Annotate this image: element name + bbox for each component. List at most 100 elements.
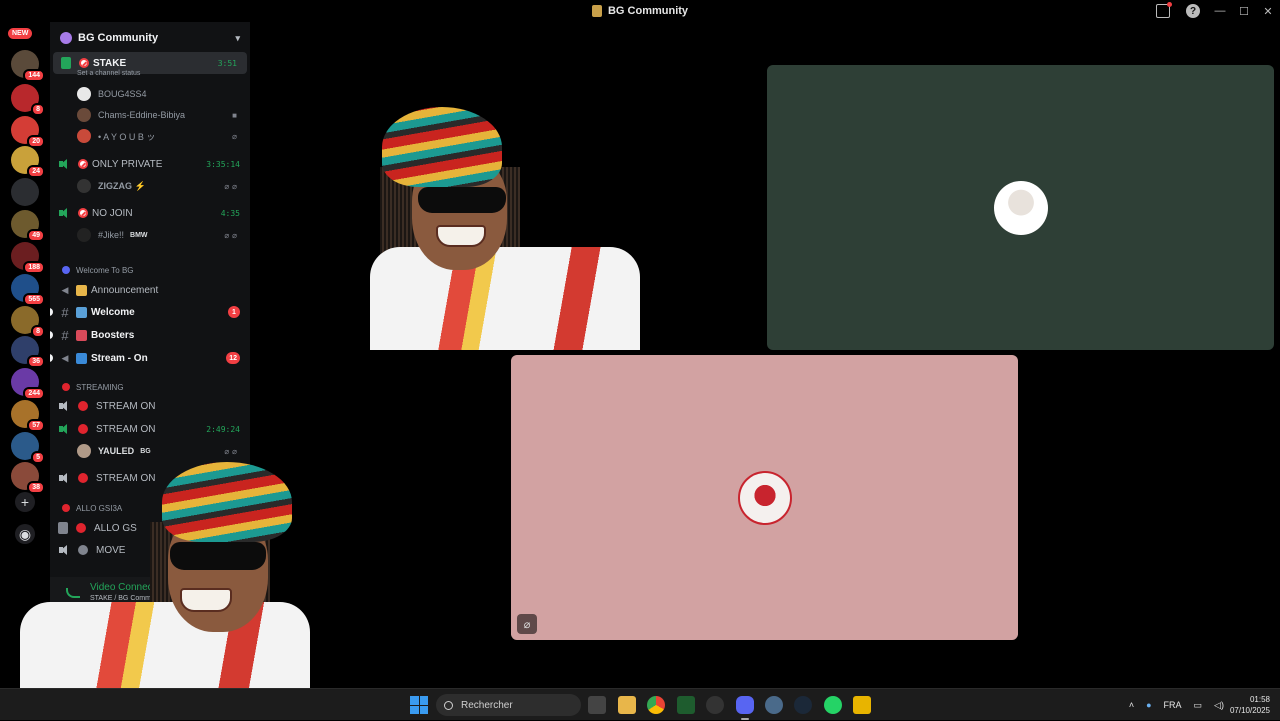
steam-icon[interactable] (794, 696, 812, 714)
mention-badge: 36 (27, 355, 45, 368)
file-explorer-icon[interactable] (618, 696, 636, 714)
mention-badge: 24 (27, 165, 45, 178)
mouth (436, 225, 486, 247)
maximize-button[interactable]: ☐ (1232, 0, 1256, 22)
server-icon[interactable]: 244 (11, 368, 45, 400)
server-icon[interactable]: 8 (11, 84, 45, 116)
avatar (77, 179, 91, 193)
announcement-icon: ◀ (61, 352, 69, 363)
channel-name: Welcome (91, 306, 135, 318)
avatar (77, 108, 91, 122)
server-icon[interactable]: 8 (11, 306, 45, 338)
mention-badge: 8 (31, 325, 45, 338)
lock-icon (61, 57, 71, 69)
server-icon[interactable]: 49 (11, 210, 45, 242)
mention-badge: 8 (31, 103, 45, 116)
category-welcome[interactable]: Welcome To BG (50, 262, 250, 278)
hash-icon: # (61, 327, 69, 343)
hash-icon: # (61, 304, 69, 320)
system-tray: ˄ ● FRA ▭ ◁) 01:58 07/10/2025 (1123, 689, 1280, 721)
participant-tile[interactable]: ⌀ (511, 355, 1018, 640)
shirt (370, 247, 640, 350)
server-icon[interactable]: 36 (11, 336, 45, 368)
guild-header[interactable]: BG Community ▾ (50, 22, 250, 54)
voice-timer: 4:35 (220, 208, 240, 218)
server-icon[interactable]: 565 (11, 274, 45, 306)
sunglasses (170, 542, 266, 570)
text-channel[interactable]: ◀ Announcement (50, 279, 250, 301)
category-streaming[interactable]: STREAMING (50, 379, 250, 395)
whatsapp-icon[interactable] (824, 696, 842, 714)
server-icon[interactable]: 20 (11, 116, 45, 148)
mention-badge: 57 (27, 419, 45, 432)
self-video-cutout[interactable] (0, 462, 310, 688)
clock[interactable]: 01:58 07/10/2025 (1230, 694, 1270, 716)
voice-member[interactable]: • A Y O U B ッ ⌀ (50, 126, 250, 146)
voice-member[interactable]: #Jike!! BMW ⌀⌀ (50, 225, 250, 245)
mic-muted-icon[interactable]: ⌀ (517, 614, 537, 634)
start-button[interactable] (410, 696, 428, 714)
avatar (77, 228, 91, 242)
settings-icon[interactable] (765, 696, 783, 714)
app-icon[interactable] (706, 696, 724, 714)
server-icon[interactable]: 144 (11, 50, 45, 82)
guild-icon (60, 32, 72, 44)
discord-icon[interactable] (736, 696, 754, 714)
deafened-icon: ⌀⌀ (224, 230, 240, 240)
server-icon[interactable] (11, 178, 39, 206)
voice-timer: 3:51 (217, 58, 237, 68)
task-view-icon[interactable] (588, 696, 606, 714)
voice-channel-stream[interactable]: STREAM ON (50, 395, 250, 417)
speaker-icon (58, 400, 72, 412)
participant-tile[interactable] (767, 65, 1274, 350)
minimize-button[interactable]: — (1208, 0, 1232, 22)
server-icon[interactable]: 188 (11, 242, 45, 274)
avatar (77, 87, 91, 101)
windows-taskbar: Rechercher ˄ ● FRA ▭ ◁) 01:58 07/10/2025 (0, 688, 1280, 720)
streamer-video-cutout[interactable] (370, 107, 642, 350)
emoji-icon (76, 284, 87, 296)
channel-status[interactable]: Set a channel status (77, 70, 140, 77)
no-entry-icon (78, 208, 88, 218)
voice-channel-no-join[interactable]: NO JOIN 4:35 (50, 202, 250, 224)
search-icon (444, 700, 453, 710)
mention-badge: 49 (27, 229, 45, 242)
server-icon[interactable]: 57 (11, 400, 45, 432)
inbox-icon[interactable] (1156, 2, 1172, 18)
text-channel[interactable]: # Welcome 1 (50, 301, 250, 323)
channel-name: STREAM ON (96, 423, 156, 435)
channel-name: Boosters (91, 329, 135, 341)
rockstar-icon[interactable] (853, 696, 871, 714)
server-icon[interactable]: 5 (11, 432, 45, 464)
emoji-icon (76, 306, 87, 318)
terminal-icon[interactable] (677, 696, 695, 714)
deafened-icon: ⌀⌀ (224, 446, 240, 456)
microphone-icon[interactable]: ● (1146, 700, 1151, 710)
mention-badge: 565 (23, 293, 45, 306)
taskbar-search[interactable]: Rechercher (436, 694, 581, 716)
voice-member[interactable]: Chams-Eddine-Bibiya ■ (50, 105, 250, 125)
network-icon[interactable]: ▭ (1194, 700, 1203, 711)
shirt (20, 602, 310, 688)
announcement-icon: ◀ (61, 284, 69, 295)
sunglasses (418, 187, 506, 213)
voice-channel-only-private[interactable]: ONLY PRIVATE 3:35:14 (50, 153, 250, 175)
voice-channel-stream[interactable]: STREAM ON 2:49:24 (50, 418, 250, 440)
title-bar: BG Community ? — ☐ ✕ (0, 0, 1280, 22)
close-button[interactable]: ✕ (1256, 0, 1280, 22)
language-indicator[interactable]: FRA (1164, 700, 1182, 710)
speaker-icon (58, 423, 72, 435)
voice-member[interactable]: BOUG4SS4 (50, 84, 250, 104)
chrome-icon[interactable] (647, 696, 665, 714)
voice-member[interactable]: YAULED BG ⌀⌀ (50, 441, 250, 461)
server-icon[interactable]: 24 (11, 146, 45, 178)
mention-badge: 1 (228, 306, 240, 318)
voice-timer: 3:35:14 (206, 159, 240, 169)
chevron-up-icon[interactable]: ˄ (1129, 700, 1134, 710)
help-icon[interactable]: ? (1186, 4, 1200, 18)
volume-icon[interactable]: ◁) (1214, 700, 1224, 711)
text-channel[interactable]: # Boosters (50, 324, 250, 346)
video-stage: ⌀ (20, 22, 1280, 688)
text-channel[interactable]: ◀ Stream - On 12 (50, 347, 250, 369)
voice-member[interactable]: ZIGZAG ⚡ ⌀⌀ (50, 176, 250, 196)
